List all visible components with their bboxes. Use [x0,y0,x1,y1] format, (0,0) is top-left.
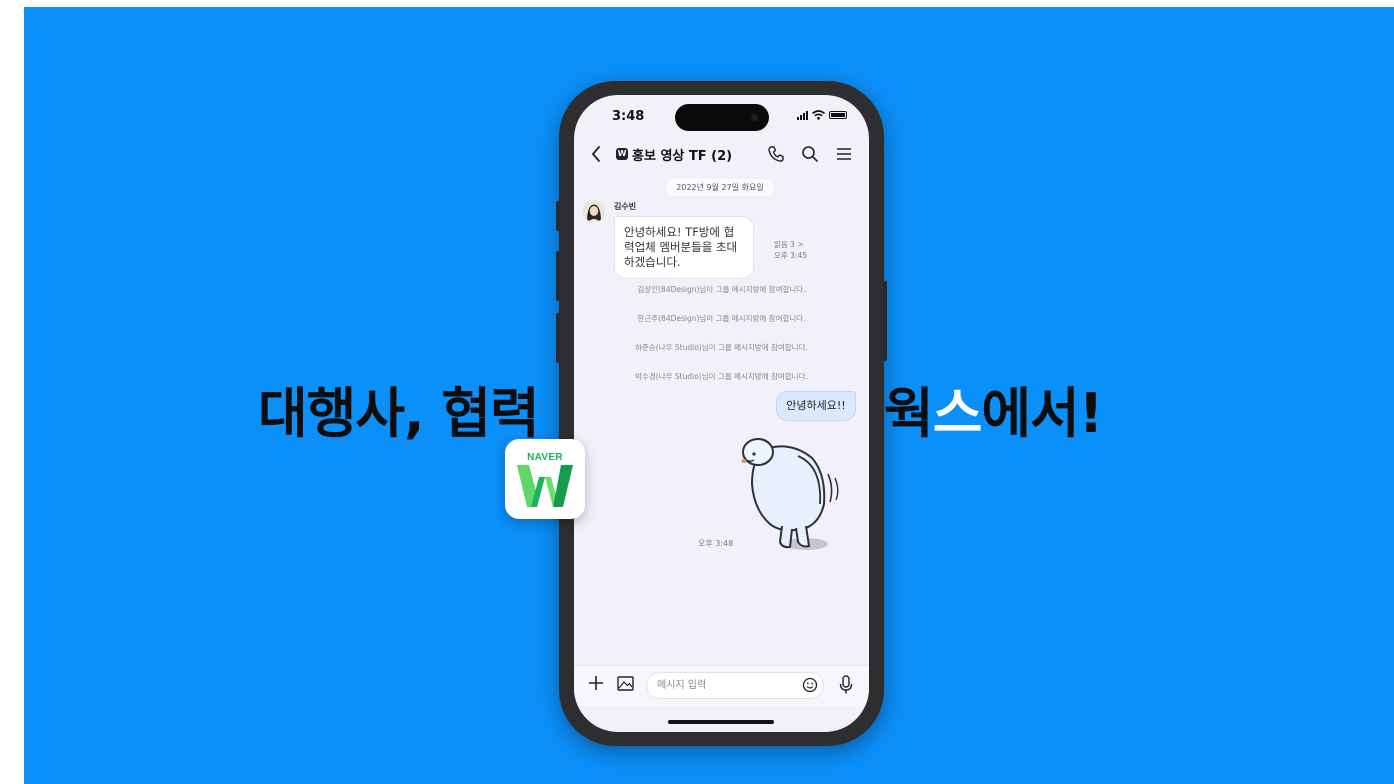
wifi-icon [812,110,825,120]
phone-power-button [883,281,887,361]
message-meta: 읽음 3 > 오후 3:45 [774,239,807,261]
phone-volume-down [556,313,560,363]
date-divider: 2022년 9월 27일 화요일 [666,179,774,196]
message-input[interactable] [646,672,824,699]
cellular-signal-icon [797,110,808,120]
phone-volume-up [556,251,560,301]
headline-right-tail: 에서! [981,382,1103,445]
headline-right: 웍스에서! [884,379,1103,449]
search-icon[interactable] [801,145,819,163]
avatar[interactable] [583,200,605,222]
headline-right-plain: 웍 [884,382,934,445]
system-message: 김상인(84Design)님이 그룹 메시지방에 참여합니다. [637,285,806,294]
system-message: 한근주(84Design)님이 그룹 메시지방에 참여합니다. [637,314,806,323]
emoji-icon[interactable] [802,677,818,693]
incoming-message-bubble[interactable]: 안녕하세요! TF방에 협력업체 멤버분들을 초대하겠습니다. [614,216,754,279]
system-message: 하준승(나우 Studio)님이 그룹 메시지방에 참여합니다. [635,343,808,352]
incoming-time: 오후 3:45 [774,251,808,260]
phone-action-button [556,201,560,231]
status-time: 3:48 [612,109,645,124]
naver-works-logo: NAVER [505,439,585,519]
headline-right-highlight: 스 [932,382,983,445]
phone-mockup: 3:48 W 홍보 영상 TF (2) 2022년 9월 27일 화요일 김수빈… [556,81,887,746]
sender-name: 김수빈 [614,202,637,211]
read-count[interactable]: 읽음 3 > [774,239,807,250]
system-message: 박수경(나우 Studio)님이 그룹 메시지방에 참여합니다. [635,372,808,381]
bowing-character-sticker[interactable] [732,430,844,552]
outgoing-time: 오후 3:48 [698,539,734,548]
hero-background: 대행사, 협력 웍스에서! NAVER 3:48 W 홍보 영상 TF (2) … [24,7,1394,784]
image-icon[interactable] [617,676,634,691]
back-icon[interactable] [590,145,602,163]
chat-title[interactable]: 홍보 영상 TF (2) [632,145,732,164]
plus-icon[interactable] [587,674,605,692]
microphone-icon[interactable] [839,675,853,695]
menu-icon[interactable] [835,145,853,163]
chat-header: W 홍보 영상 TF (2) [574,137,869,171]
phone-call-icon[interactable] [767,145,785,163]
works-badge-icon: W [616,148,628,160]
status-icons [797,109,847,121]
status-bar: 3:48 [574,95,869,135]
dynamic-island [675,104,769,131]
user-avatar-icon [583,200,605,222]
w-logo-icon [517,465,573,507]
message-composer [574,665,869,706]
home-indicator[interactable] [668,720,774,724]
logo-brand-text: NAVER [527,452,563,463]
outgoing-message-bubble[interactable]: 안녕하세요!! [776,391,856,421]
battery-icon [829,111,847,119]
phone-screen: 3:48 W 홍보 영상 TF (2) 2022년 9월 27일 화요일 김수빈… [574,95,869,732]
headline-left: 대행사, 협력 [258,382,540,445]
